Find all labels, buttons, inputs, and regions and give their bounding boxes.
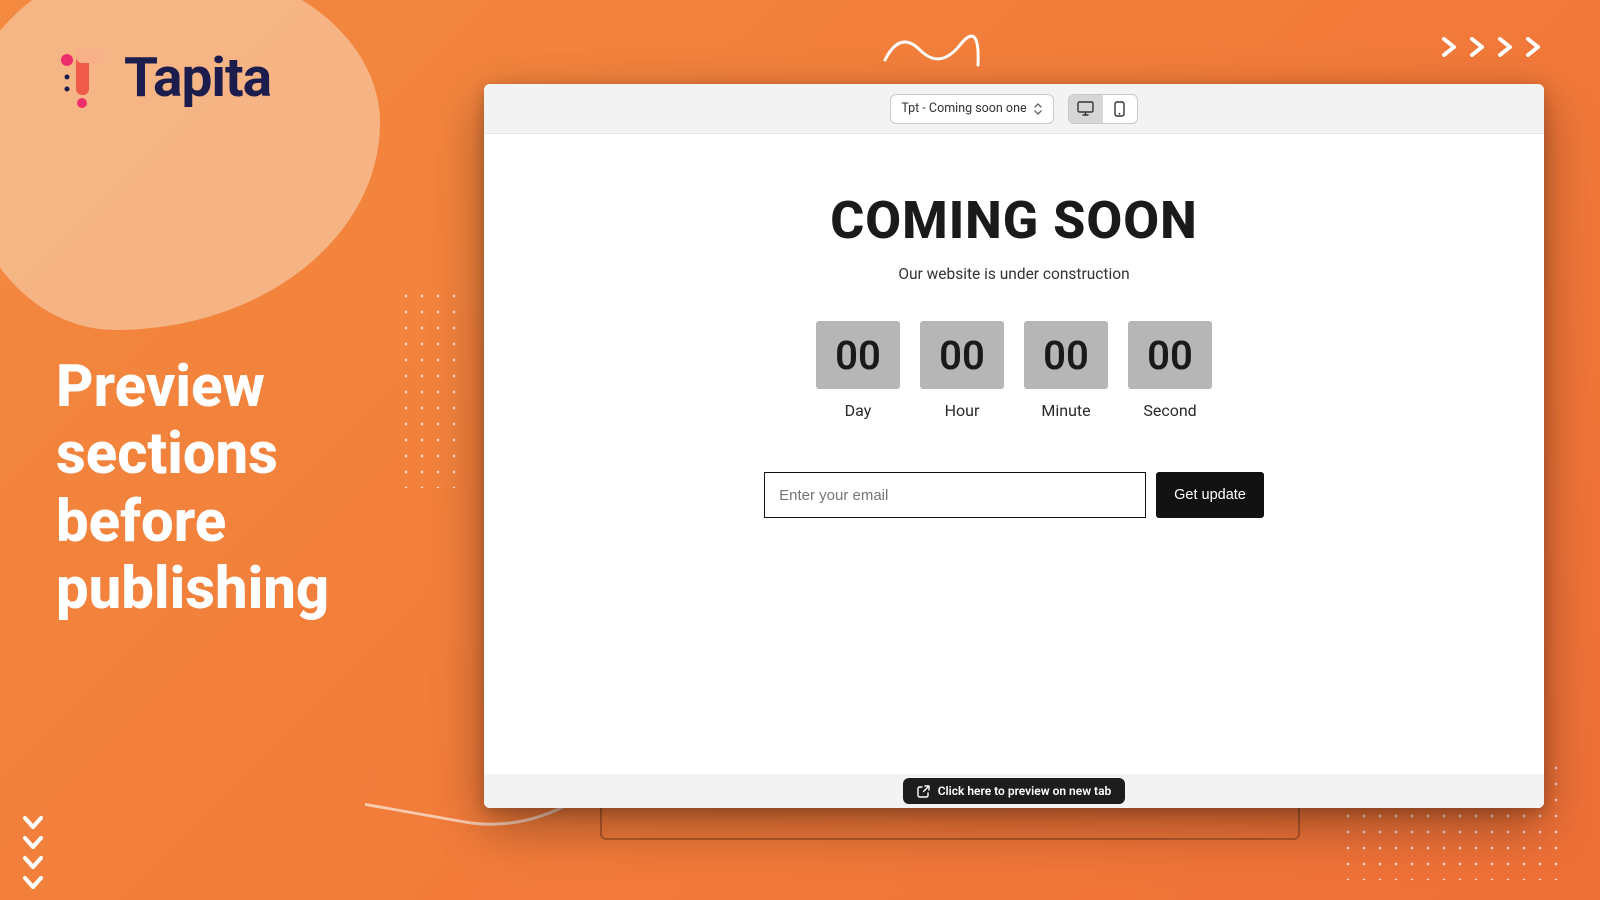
countdown-label: Minute	[1024, 401, 1108, 420]
chevrons-right-decoration	[1440, 36, 1544, 58]
countdown-day: 00 Day	[816, 321, 900, 420]
countdown-second: 00 Second	[1128, 321, 1212, 420]
device-mobile-button[interactable]	[1103, 95, 1137, 123]
preview-canvas: COMING SOON Our website is under constru…	[484, 134, 1544, 808]
countdown-label: Day	[816, 401, 900, 420]
template-selector-label: Tpt - Coming soon one	[901, 101, 1026, 116]
chevrons-down-decoration	[22, 814, 44, 892]
preview-toolbar: Tpt - Coming soon one	[484, 84, 1544, 134]
get-update-button[interactable]: Get update	[1156, 472, 1264, 518]
device-desktop-button[interactable]	[1069, 95, 1103, 123]
brand-mark-icon	[54, 47, 108, 109]
device-toggle	[1068, 94, 1138, 124]
brand-logo: Tapita	[54, 46, 271, 110]
open-preview-new-tab-button[interactable]: Click here to preview on new tab	[903, 778, 1126, 804]
countdown-hour: 00 Hour	[920, 321, 1004, 420]
promo-headline: Preview sections before publishing	[56, 354, 436, 623]
signup-row: Get update	[484, 472, 1544, 518]
countdown-label: Second	[1128, 401, 1212, 420]
coming-soon-section: COMING SOON Our website is under constru…	[484, 134, 1544, 518]
page-subtitle: Our website is under construction	[484, 265, 1544, 283]
external-link-icon	[917, 785, 930, 798]
countdown-value: 00	[1024, 321, 1108, 389]
countdown-value: 00	[920, 321, 1004, 389]
preview-window: Tpt - Coming soon one	[484, 84, 1544, 808]
desktop-icon	[1077, 101, 1094, 116]
open-preview-label: Click here to preview on new tab	[938, 784, 1112, 798]
preview-footer-bar: Click here to preview on new tab	[484, 774, 1544, 808]
select-caret-icon	[1033, 102, 1043, 116]
countdown-label: Hour	[920, 401, 1004, 420]
promo-stage: Tapita Preview sections before publishin…	[0, 0, 1600, 900]
page-title: COMING SOON	[484, 190, 1544, 251]
brand-name: Tapita	[124, 46, 271, 110]
countdown: 00 Day 00 Hour 00 Minute 00 Second	[484, 321, 1544, 420]
email-input[interactable]	[764, 472, 1146, 518]
template-selector[interactable]: Tpt - Coming soon one	[890, 94, 1053, 124]
mobile-icon	[1114, 101, 1125, 117]
countdown-value: 00	[816, 321, 900, 389]
squiggle-decoration	[880, 20, 980, 80]
countdown-minute: 00 Minute	[1024, 321, 1108, 420]
countdown-value: 00	[1128, 321, 1212, 389]
